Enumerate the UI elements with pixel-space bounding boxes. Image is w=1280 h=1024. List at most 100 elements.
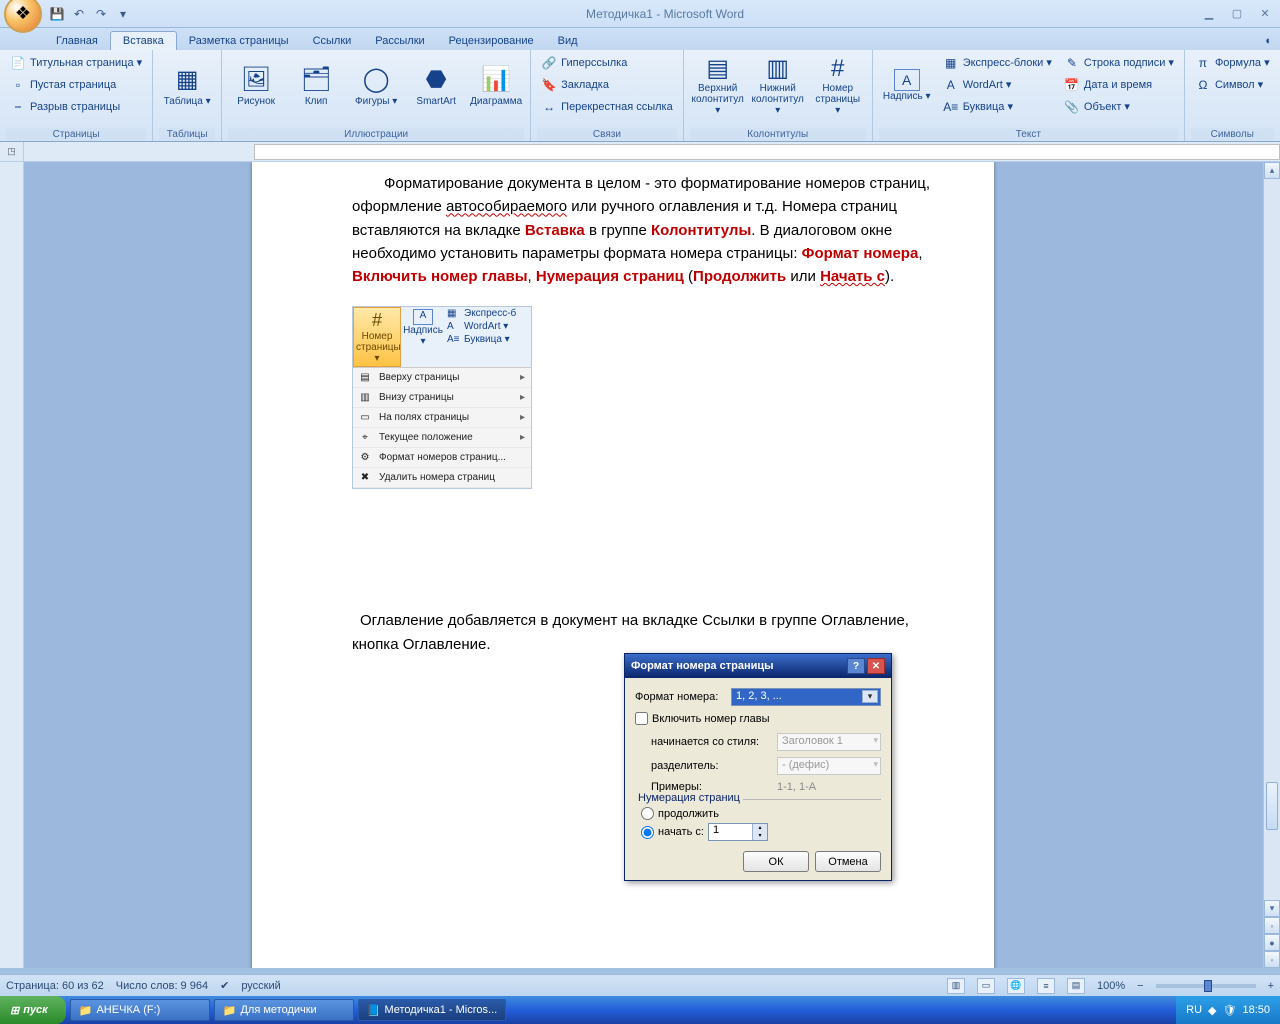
textbox-button[interactable]: AНадпись ▾ [879,52,935,118]
footer-button[interactable]: ▥Нижний колонтитул ▾ [750,52,806,118]
start-from-spinner[interactable]: 1 [708,823,768,841]
header-icon: ▤ [702,54,734,83]
zoom-out-button[interactable]: − [1137,980,1143,992]
system-tray: RU ◆ 🛡 18:50 [1176,996,1280,1024]
number-format-label: Формат номера: [635,691,725,703]
qat-dropdown-icon[interactable]: ▾ [114,5,132,23]
taskbar-item-folder2[interactable]: 📁Для методички [214,999,354,1021]
draft-view[interactable]: ▤ [1067,978,1085,994]
number-format-combo[interactable]: 1, 2, 3, ... [731,688,881,706]
tray-clock[interactable]: 18:50 [1242,1004,1270,1016]
tab-review[interactable]: Рецензирование [437,32,546,50]
start-from-radio[interactable] [641,826,654,839]
cover-page-button[interactable]: 📄Титульная страница ▾ [6,52,146,73]
scroll-down-button[interactable]: ▾ [1264,900,1280,917]
group-symbols: πФормула ▾ ΩСимвол ▾ Символы [1185,50,1280,141]
table-icon: ▦ [171,64,203,96]
taskbar-item-word[interactable]: 📘Методичка1 - Micros... [358,999,506,1021]
redo-icon[interactable]: ↷ [92,5,110,23]
taskbar-item-folder1[interactable]: 📁AНЕЧКА (F:) [70,999,210,1021]
bookmark-button[interactable]: 🔖Закладка [537,74,677,95]
ok-button[interactable]: ОК [743,851,809,872]
menu-remove-page-numbers[interactable]: ✖Удалить номера страниц [353,468,531,488]
zoom-level[interactable]: 100% [1097,980,1125,992]
quick-parts-button[interactable]: ▦Экспресс-блоки ▾ [939,52,1056,73]
menu-page-margins[interactable]: ▭На полях страницы▸ [353,408,531,428]
tray-icon[interactable]: ◆ [1208,1004,1216,1017]
object-icon: 📎 [1064,99,1080,115]
dialog-close-button[interactable]: ✕ [867,658,885,674]
break-icon: ⎯ [10,99,26,115]
next-page-button[interactable]: ◦ [1264,951,1280,968]
status-language[interactable]: русский [241,980,280,992]
web-layout-view[interactable]: 🌐 [1007,978,1025,994]
footer-icon: ▥ [762,54,794,83]
shapes-button[interactable]: ◯Фигуры ▾ [348,52,404,118]
zoom-slider[interactable] [1156,984,1256,988]
menu-format-page-numbers[interactable]: ⚙Формат номеров страниц... [353,448,531,468]
maximize-button[interactable]: ▢ [1226,6,1248,22]
outline-view[interactable]: ≡ [1037,978,1055,994]
status-page[interactable]: Страница: 60 из 62 [6,980,104,992]
start-button[interactable]: ⊞пуск [0,996,66,1024]
save-icon[interactable]: 💾 [48,5,66,23]
menu-top-of-page[interactable]: ▤Вверху страницы▸ [353,368,531,388]
tab-home[interactable]: Главная [44,32,110,50]
tab-references[interactable]: Ссылки [301,32,364,50]
smartart-button[interactable]: ⬣SmartArt [408,52,464,118]
tray-shield-icon[interactable]: 🛡 [1223,1004,1237,1017]
picture-button[interactable]: 🖼Рисунок [228,52,284,118]
proofing-icon[interactable]: ✔ [220,979,229,992]
symbol-button[interactable]: ΩСимвол ▾ [1191,74,1274,95]
header-button[interactable]: ▤Верхний колонтитул ▾ [690,52,746,118]
status-word-count[interactable]: Число слов: 9 964 [116,980,208,992]
menu-current-position[interactable]: ⌖Текущее положение▸ [353,428,531,448]
continue-radio[interactable] [641,807,654,820]
chart-button[interactable]: 📊Диаграмма [468,52,524,118]
crossref-button[interactable]: ↔Перекрестная ссылка [537,96,677,117]
zoom-in-button[interactable]: + [1268,980,1274,992]
hash-icon: # [822,55,854,83]
help-icon[interactable]: ◐ [1257,32,1280,50]
textbox-icon: A [413,309,433,325]
minimize-button[interactable]: ▁ [1198,6,1220,22]
scroll-up-button[interactable]: ▴ [1264,162,1280,179]
cancel-button[interactable]: Отмена [815,851,881,872]
undo-icon[interactable]: ↶ [70,5,88,23]
clip-button[interactable]: 🗂Клип [288,52,344,118]
menu-bottom-of-page[interactable]: ▥Внизу страницы▸ [353,388,531,408]
print-layout-view[interactable]: ▥ [947,978,965,994]
object-button[interactable]: 📎Объект ▾ [1060,96,1178,117]
browse-object-button[interactable]: ● [1264,934,1280,951]
snippet-textbox: AНадпись ▾ [401,307,445,367]
prev-page-button[interactable]: ◦ [1264,917,1280,934]
page-number-format-dialog: Формат номера страницы ? ✕ Формат номера… [624,653,892,881]
close-button[interactable]: ✕ [1254,6,1276,22]
tab-view[interactable]: Вид [546,32,590,50]
page-break-button[interactable]: ⎯Разрыв страницы [6,96,146,117]
group-links: 🔗Гиперссылка 🔖Закладка ↔Перекрестная ссы… [531,50,684,141]
blank-page-button[interactable]: ▫Пустая страница [6,74,146,95]
date-time-button[interactable]: 📅Дата и время [1060,74,1178,95]
ribbon-tabs: Главная Вставка Разметка страницы Ссылки… [0,28,1280,50]
scroll-thumb[interactable] [1266,782,1278,830]
group-tables: ▦Таблица ▾ Таблицы [153,50,222,141]
dialog-help-button[interactable]: ? [847,658,865,674]
dialog-titlebar[interactable]: Формат номера страницы ? ✕ [625,654,891,678]
tab-insert[interactable]: Вставка [110,31,177,50]
equation-button[interactable]: πФормула ▾ [1191,52,1274,73]
table-button[interactable]: ▦Таблица ▾ [159,52,215,118]
dropcap-button[interactable]: A≡Буквица ▾ [939,96,1056,117]
status-bar: Страница: 60 из 62 Число слов: 9 964 ✔ р… [0,974,1280,996]
page-number-button[interactable]: #Номер страницы ▾ [810,52,866,118]
full-screen-view[interactable]: ▭ [977,978,995,994]
tab-page-layout[interactable]: Разметка страницы [177,32,301,50]
include-chapter-checkbox[interactable] [635,712,648,725]
ruler-corner[interactable]: ◳ [0,142,24,161]
tray-lang[interactable]: RU [1186,1004,1202,1016]
tab-mailings[interactable]: Рассылки [363,32,436,50]
signature-line-button[interactable]: ✎Строка подписи ▾ [1060,52,1178,73]
hyperlink-button[interactable]: 🔗Гиперссылка [537,52,677,73]
wordart-button[interactable]: AWordArt ▾ [939,74,1056,95]
vertical-scrollbar[interactable]: ▴ ▾ ◦ ● ◦ [1263,162,1280,968]
